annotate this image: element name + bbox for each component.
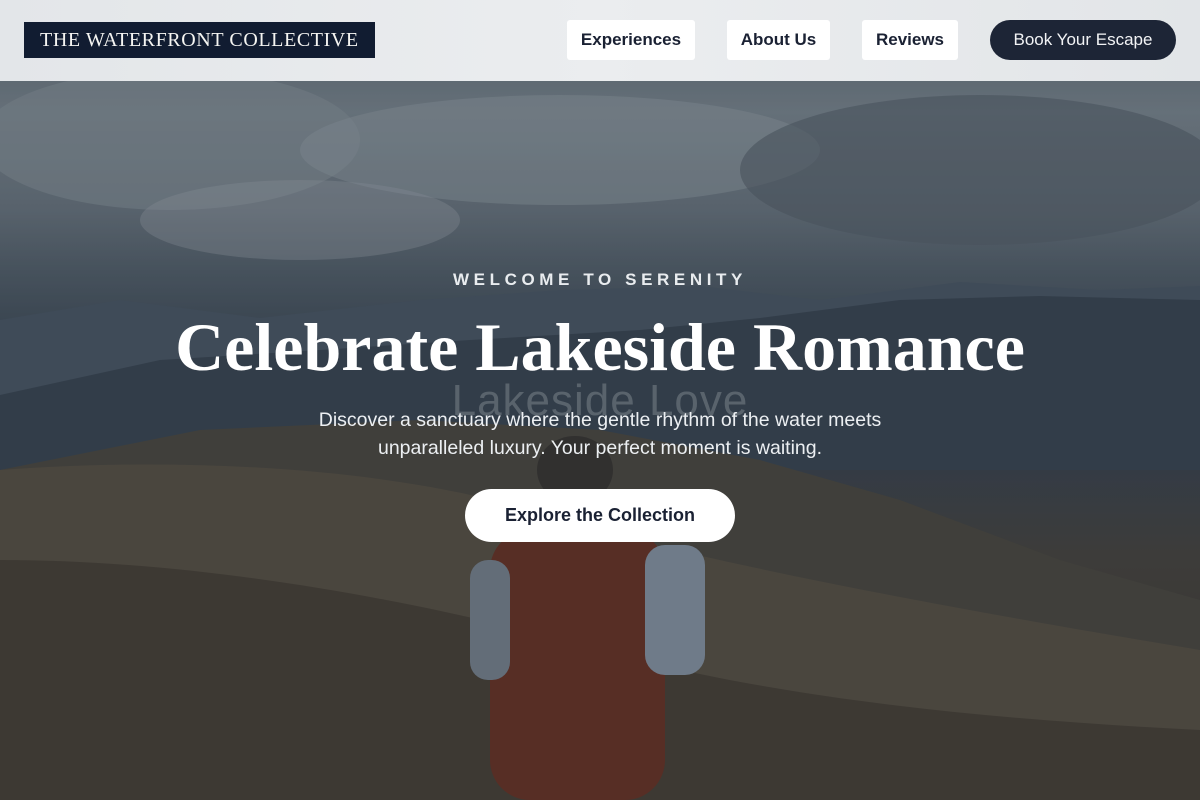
hero-subtitle: Discover a sanctuary where the gentle rh…: [318, 409, 882, 459]
hero-title: Celebrate Lakeside Romance: [175, 309, 1025, 385]
explore-collection-button[interactable]: Explore the Collection: [465, 489, 735, 542]
nav-experiences-button[interactable]: Experiences: [567, 20, 695, 60]
nav-reviews-button[interactable]: Reviews: [862, 20, 958, 60]
hero-eyebrow: WELCOME TO SERENITY: [453, 270, 747, 289]
book-escape-button[interactable]: Book Your Escape: [990, 20, 1176, 60]
nav-about-button[interactable]: About Us: [727, 20, 830, 60]
site-header: THE WATERFRONT COLLECTIVE Experiences Ab…: [0, 0, 1200, 81]
brand-logo[interactable]: THE WATERFRONT COLLECTIVE: [24, 22, 375, 58]
